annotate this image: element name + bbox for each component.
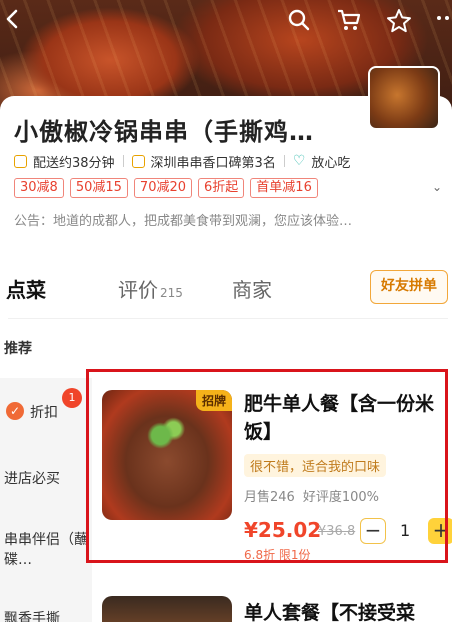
dish-card[interactable]: 招牌 肥牛单人餐【含一份米饭】 很不错，适合我的口味 月售246 好评度100% … <box>100 378 452 562</box>
heart-icon: ♡ <box>292 153 306 169</box>
search-icon[interactable] <box>286 8 312 34</box>
tab-reviews[interactable]: 评价 215 <box>118 274 183 303</box>
decrease-quantity-button[interactable]: − <box>360 518 386 544</box>
safe-eat[interactable]: ♡ 放心吃 <box>293 152 351 171</box>
promo-tag: 70减20 <box>133 178 193 198</box>
tab-merchant[interactable]: 商家 <box>232 274 272 303</box>
quantity-value: 1 <box>400 521 411 540</box>
delivery-time: 配送约38分钟 <box>14 152 115 171</box>
promo-tag: 50减15 <box>69 178 128 198</box>
chevron-down-icon[interactable]: ⌄ <box>432 180 442 194</box>
sidebar-item-discount[interactable]: ✓ 折扣 1 <box>0 378 92 440</box>
discount-limit: 6.8折 限1份 <box>244 548 311 562</box>
sidebar-item-shredded[interactable]: 飘香手撕 <box>4 608 60 622</box>
divider <box>283 155 285 167</box>
category-sidebar: 推荐 ✓ 折扣 1 进店必买 串串伴侣（蘸碟… 飘香手撕 <box>0 320 92 622</box>
promo-tag: 6折起 <box>198 178 245 198</box>
dish-review-quote: 很不错，适合我的口味 <box>244 454 387 477</box>
back-arrow-icon[interactable] <box>0 8 26 34</box>
rating: 好评度100% <box>302 490 379 505</box>
promo-tag: 30减8 <box>14 178 64 198</box>
reviews-count: 215 <box>160 286 183 300</box>
dish-title: 肥牛单人餐【含一份米饭】 <box>244 393 435 443</box>
increase-quantity-button[interactable]: + <box>428 518 452 544</box>
dish-image[interactable] <box>102 596 232 622</box>
discount-icon: ✓ <box>6 402 24 420</box>
shop-logo-image <box>368 66 440 130</box>
tab-order[interactable]: 点菜 <box>6 274 46 303</box>
dish-price: ¥25.02 <box>244 518 322 542</box>
promo-tag: 首单减16 <box>250 178 318 198</box>
ranking-icon <box>131 154 145 168</box>
dish-title: 单人套餐【不接受菜 <box>244 602 416 622</box>
shop-notice[interactable]: 公告：地道的成都人，把成都美食带到观澜，您应该体验… <box>14 210 352 229</box>
tab-bar: 点菜 评价 215 商家 好友拼单 <box>0 270 452 310</box>
sidebar-item-must-buy[interactable]: 进店必买 <box>4 468 60 488</box>
dish-original-price: ¥36.8 <box>318 524 356 539</box>
sidebar-item-recommend[interactable]: 推荐 <box>0 320 92 378</box>
group-order-button[interactable]: 好友拼单 <box>370 270 448 304</box>
monthly-sales: 月售246 <box>244 490 295 505</box>
discount-count-badge: 1 <box>62 388 82 408</box>
more-icon[interactable] <box>432 8 452 34</box>
clock-icon <box>14 154 27 168</box>
shop-name: 小傲椒冷锅串串（手撕鸡… <box>14 118 314 146</box>
dish-stats: 月售246 好评度100% <box>244 486 387 505</box>
promo-row[interactable]: 30减8 50减15 70减20 6折起 首单减16 <box>14 178 324 198</box>
cart-icon[interactable] <box>336 8 362 34</box>
shop-meta-row: 配送约38分钟 深圳串串香口碑第3名 ♡ 放心吃 <box>14 152 358 171</box>
shop-ranking[interactable]: 深圳串串香口碑第3名 <box>131 152 276 171</box>
divider <box>8 318 448 319</box>
signature-badge: 招牌 <box>196 390 233 411</box>
sidebar-item-skewer-partner[interactable]: 串串伴侣（蘸碟… <box>4 530 88 570</box>
divider <box>122 155 124 167</box>
star-icon[interactable] <box>386 8 412 34</box>
